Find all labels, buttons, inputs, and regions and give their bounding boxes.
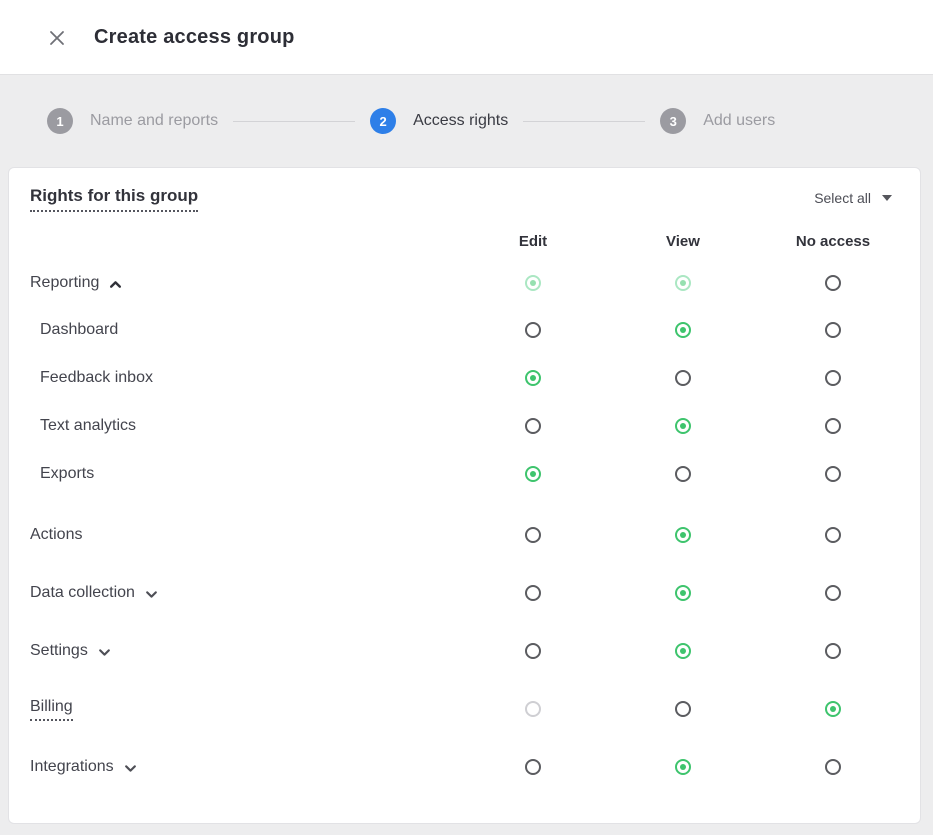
radio-data-collection-edit[interactable] (525, 585, 541, 601)
table-row-feedback-inbox: Feedback inbox (30, 354, 908, 402)
row-label-text: Exports (40, 465, 94, 483)
step-label: Access rights (413, 112, 508, 130)
chevron-down-icon (144, 587, 159, 602)
radio-dashboard-view[interactable] (675, 322, 691, 338)
step-number-badge: 2 (370, 108, 396, 134)
step-connector (233, 121, 355, 122)
rights-table: Reporting Dashboard Feedback inbox Text ana… (30, 260, 908, 796)
rights-panel: Rights for this group Select all Edit Vi… (8, 167, 921, 824)
step-number-badge: 3 (660, 108, 686, 134)
row-label-text-analytics: Text analytics (30, 417, 458, 435)
select-all-dropdown[interactable]: Select all (814, 190, 892, 206)
radio-text-analytics-edit[interactable] (525, 418, 541, 434)
step-label: Add users (703, 112, 775, 130)
chevron-down-icon (882, 195, 892, 201)
radio-billing-no-access[interactable] (825, 701, 841, 717)
chevron-up-icon (108, 277, 123, 292)
row-label-text: Feedback inbox (40, 369, 153, 387)
table-row-settings: Settings (30, 622, 908, 680)
table-row-actions: Actions (30, 506, 908, 564)
row-label-text: Actions (30, 526, 82, 544)
row-label-text: Settings (30, 642, 88, 660)
step-access-rights[interactable]: 2 Access rights (370, 108, 508, 134)
row-label-reporting[interactable]: Reporting (30, 274, 458, 292)
radio-exports-view[interactable] (675, 466, 691, 482)
table-row-integrations: Integrations (30, 738, 908, 796)
modal-header: Create access group (0, 0, 933, 75)
step-number-badge: 1 (47, 108, 73, 134)
radio-reporting-view[interactable] (675, 275, 691, 291)
row-label-actions: Actions (30, 526, 458, 544)
row-label-text: Billing (30, 698, 73, 721)
radio-dashboard-no-access[interactable] (825, 322, 841, 338)
radio-feedback-inbox-edit[interactable] (525, 370, 541, 386)
radio-actions-view[interactable] (675, 527, 691, 543)
row-label-text: Dashboard (40, 321, 118, 339)
row-label-billing[interactable]: Billing (30, 698, 458, 721)
radio-data-collection-view[interactable] (675, 585, 691, 601)
table-row-text-analytics: Text analytics (30, 402, 908, 450)
chevron-down-icon (123, 761, 138, 776)
radio-dashboard-edit[interactable] (525, 322, 541, 338)
column-header-no-access: No access (758, 233, 908, 250)
radio-feedback-inbox-view[interactable] (675, 370, 691, 386)
row-label-text: Reporting (30, 274, 99, 292)
radio-settings-edit[interactable] (525, 643, 541, 659)
stepper: 1 Name and reports 2 Access rights 3 Add… (0, 75, 933, 167)
select-all-label: Select all (814, 190, 871, 206)
row-label-data-collection[interactable]: Data collection (30, 584, 458, 602)
table-row-exports: Exports (30, 450, 908, 498)
row-label-text: Data collection (30, 584, 135, 602)
page-title: Create access group (94, 26, 295, 49)
radio-settings-view[interactable] (675, 643, 691, 659)
row-label-text: Text analytics (40, 417, 136, 435)
table-row-dashboard: Dashboard (30, 306, 908, 354)
radio-data-collection-no-access[interactable] (825, 585, 841, 601)
radio-integrations-edit[interactable] (525, 759, 541, 775)
column-header-edit: Edit (458, 233, 608, 250)
table-row-data-collection: Data collection (30, 564, 908, 622)
radio-feedback-inbox-no-access[interactable] (825, 370, 841, 386)
radio-integrations-view[interactable] (675, 759, 691, 775)
row-label-text: Integrations (30, 758, 114, 776)
row-label-dashboard: Dashboard (30, 321, 458, 339)
chevron-down-icon (97, 645, 112, 660)
radio-actions-edit[interactable] (525, 527, 541, 543)
radio-reporting-no-access[interactable] (825, 275, 841, 291)
column-header-view: View (608, 233, 758, 250)
radio-billing-edit (525, 701, 541, 717)
radio-actions-no-access[interactable] (825, 527, 841, 543)
step-name-and-reports[interactable]: 1 Name and reports (47, 108, 218, 134)
close-button[interactable] (44, 24, 70, 50)
step-add-users[interactable]: 3 Add users (660, 108, 775, 134)
row-label-integrations[interactable]: Integrations (30, 758, 458, 776)
table-row-reporting: Reporting (30, 260, 908, 306)
row-label-settings[interactable]: Settings (30, 642, 458, 660)
row-label-exports: Exports (30, 465, 458, 483)
close-icon (47, 28, 67, 48)
row-label-feedback-inbox: Feedback inbox (30, 369, 458, 387)
radio-text-analytics-view[interactable] (675, 418, 691, 434)
radio-settings-no-access[interactable] (825, 643, 841, 659)
radio-billing-view[interactable] (675, 701, 691, 717)
step-connector (523, 121, 645, 122)
step-label: Name and reports (90, 112, 218, 130)
panel-title: Rights for this group (30, 186, 198, 212)
radio-text-analytics-no-access[interactable] (825, 418, 841, 434)
table-row-billing: Billing (30, 680, 908, 738)
radio-integrations-no-access[interactable] (825, 759, 841, 775)
radio-exports-edit[interactable] (525, 466, 541, 482)
radio-exports-no-access[interactable] (825, 466, 841, 482)
column-header-row: Edit View No access (30, 222, 908, 260)
radio-reporting-edit[interactable] (525, 275, 541, 291)
